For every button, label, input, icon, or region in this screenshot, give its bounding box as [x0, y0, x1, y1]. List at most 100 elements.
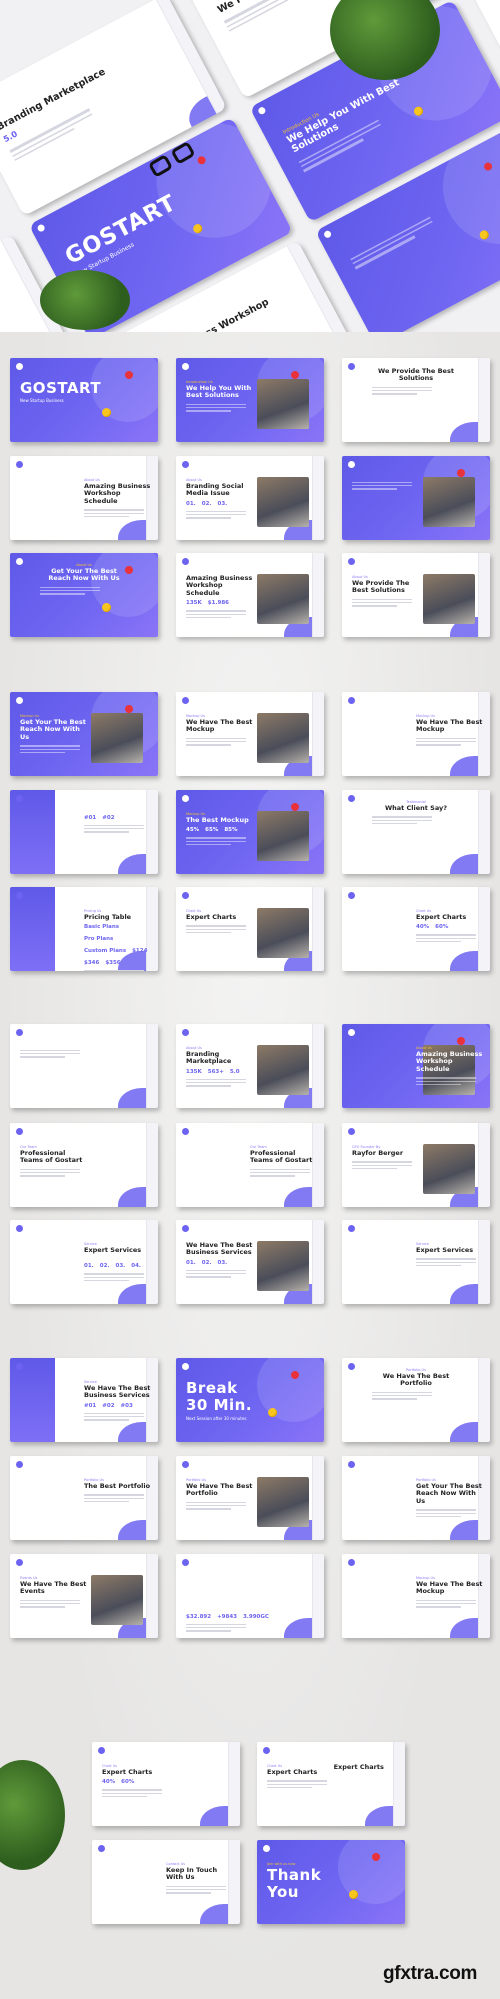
logo-icon	[348, 1363, 355, 1370]
text-placeholder-lines	[352, 1161, 422, 1170]
text-placeholder-lines	[84, 509, 154, 517]
slide-thumbnail[interactable]: Our Team Professional Teams of Gostart	[10, 1123, 158, 1207]
slide-thumbnail[interactable]: Chart Us Expert Charts 40% 60%	[342, 887, 490, 971]
text-placeholder-lines	[416, 1599, 486, 1608]
slide-thumbnail[interactable]: Contact Us Keep In Touch With Us	[92, 1840, 240, 1924]
text-placeholder-lines	[250, 1168, 320, 1177]
slide-thumbnail[interactable]: Portfolio Us We Have The Best Portfolio	[176, 1456, 324, 1540]
slide-thumbnail[interactable]: #01 #02	[10, 790, 158, 874]
slide-stats: Basic Plans Pro Plans Custom Plans $124 $346…	[84, 924, 154, 966]
slide-thumbnail[interactable]: GOSTART New Startup Business	[10, 358, 158, 442]
stat-value: $346	[84, 960, 100, 967]
slide-thumbnail[interactable]: Service Expert Services	[342, 1220, 490, 1304]
slide-thumbnail[interactable]: Break 30 Min. Next Session after 30 minut…	[176, 1358, 324, 1442]
slide-thumbnail[interactable]: We Have The Best Business Services 01. 02.…	[176, 1220, 324, 1304]
slide-thumbnail[interactable]: Mockup Us The Best Mockup 45% 65% 85%	[176, 790, 324, 874]
slide-thumbnail[interactable]	[10, 1024, 158, 1108]
stat-value: 02.	[201, 500, 212, 507]
slide-text: Join with us now Thank You	[267, 1862, 337, 1902]
slide-photo	[257, 908, 310, 959]
slide-text: Break 30 Min. Next Session after 30 minut…	[186, 1379, 256, 1420]
slide-thumbnail[interactable]: Portfolio Us The Best Portfolio	[10, 1456, 158, 1540]
text-placeholder-lines	[371, 386, 461, 395]
slide-side-bar	[393, 1742, 405, 1826]
logo-icon	[182, 1225, 189, 1232]
purple-panel	[10, 1358, 55, 1442]
text-placeholder-lines	[84, 1494, 154, 1503]
slide-thumbnail[interactable]: Events Us We Have The Best Events	[10, 1554, 158, 1638]
slide-thumbnail[interactable]: Chart Us Expert Charts	[176, 887, 324, 971]
slide-thumbnail[interactable]: Portfolio Us Get Your The Best Reach Now …	[342, 1456, 490, 1540]
slide-side-bar	[146, 1554, 158, 1638]
stat-value: 60%	[435, 924, 449, 931]
slide-thumbnail[interactable]: About Us Get Your The Best Reach Now With…	[10, 553, 158, 637]
slide-title: Rayfor Berger	[352, 1149, 404, 1157]
stat-value: 65%	[205, 827, 219, 834]
slide-thumbnail[interactable]: Amazing Business Workshop Schedule 135K $1…	[176, 553, 324, 637]
slide-side-bar	[312, 1554, 324, 1638]
slide-thumbnail[interactable]: Chart Us Expert Charts 40% 60%	[92, 1742, 240, 1826]
slide-title: We Have The Best Mockup	[416, 718, 483, 734]
slide-side-bar	[312, 456, 324, 540]
logo-icon	[16, 1363, 23, 1370]
slide-thumbnail[interactable]: Testimonial What Client Say?	[342, 790, 490, 874]
slide-text: About Us Amazing Business Workshop Schedu…	[416, 1046, 486, 1087]
slide-thumbnail[interactable]: Service Expert Services Choose Your Favori…	[10, 1220, 158, 1304]
slide-thumbnail[interactable]: Mockup Us We Have The Best Mockup	[342, 1554, 490, 1638]
logo-icon	[322, 229, 333, 240]
slide-text: Our Team Professional Teams of Gostart	[20, 1145, 90, 1179]
logo-icon	[98, 1747, 105, 1754]
slide-thumbnail[interactable]: Pricing Us Pricing Table Basic Plans Pro Pl…	[10, 887, 158, 971]
logo-icon	[348, 1461, 355, 1468]
purple-panel	[10, 887, 55, 971]
slide-photo	[257, 379, 310, 430]
slide-text: Chart Us Expert Charts 40% 60%	[102, 1764, 172, 1799]
stat-value: 563+	[207, 1068, 224, 1075]
stat-value: Custom Plans	[84, 948, 127, 955]
logo-icon	[16, 1461, 23, 1468]
slide-photo	[91, 1575, 144, 1626]
logo-icon	[182, 1461, 189, 1468]
slide-thumbnail[interactable]: CEO Founder By Rayfor Berger	[342, 1123, 490, 1207]
slide-text: Service Expert Services Choose Your Favori…	[84, 1242, 154, 1283]
slide-side-bar	[312, 692, 324, 776]
slide-thumbnail[interactable]: Introduction Us We Help You With Best Sol…	[176, 358, 324, 442]
slide-text: Mockup Us Get Your The Best Reach Now Wit…	[20, 714, 90, 755]
slide-text: Portfolio Us Get Your The Best Reach Now …	[416, 1478, 486, 1519]
slide-thumbnail[interactable]: About Us Branding Marketplace 135K 563+ 5.0	[176, 1024, 324, 1108]
slide-thumbnail[interactable]: About Us We Provide The Best Solutions	[342, 553, 490, 637]
stat-value: 85%	[224, 827, 238, 834]
stat-value: 04.	[131, 1263, 141, 1270]
slide-side-bar	[478, 790, 490, 874]
slide-text: Service Expert Services	[416, 1242, 486, 1268]
text-placeholder-lines	[186, 1078, 256, 1087]
slide-thumbnail[interactable]: Service We Have The Best Business Service…	[10, 1358, 158, 1442]
slide-thumbnail[interactable]: Mockup Us We Have The Best Mockup	[176, 692, 324, 776]
slide-thumbnail[interactable]: Portfolio Us We Have The Best Portfolio	[342, 1358, 490, 1442]
logo-icon	[182, 363, 189, 370]
slide-thumbnail[interactable]	[342, 456, 490, 540]
slide-side-bar	[312, 887, 324, 971]
slide-thumbnail[interactable]: Our Team Professional Teams of Gostart	[176, 1123, 324, 1207]
slide-thumbnail[interactable]: Join with us now Thank You	[257, 1840, 405, 1924]
slide-text: About Us Branding Social Media Issue 01. 02…	[186, 478, 256, 521]
stat-value: #02	[102, 1402, 115, 1409]
slide-thumbnail[interactable]: About Us Amazing Business Workshop Schedu…	[342, 1024, 490, 1108]
slide-title: We Have The Best Mockup	[416, 1580, 483, 1596]
slide-photo	[257, 811, 310, 862]
slide-photo	[423, 477, 476, 528]
slide-text: Chart Us Expert Charts	[186, 909, 256, 935]
slide-thumbnail[interactable]: Mockup Us We Have The Best Mockup	[342, 692, 490, 776]
text-placeholder-lines	[39, 586, 129, 595]
slide-thumbnail[interactable]: Mockup Us Get Your The Best Reach Now Wit…	[10, 692, 158, 776]
slide-title: We Provide The Best Solutions	[352, 579, 410, 595]
text-placeholder-lines	[186, 510, 256, 519]
slide-thumbnail[interactable]: About Us Amazing Business Workshop Schedu…	[10, 456, 158, 540]
stat-value: $1.986	[207, 600, 229, 607]
slide-thumbnail[interactable]: We Provide The Best Solutions	[342, 358, 490, 442]
slide-thumbnail[interactable]: $32.892 +9843 3.990GC	[176, 1554, 324, 1638]
slide-thumbnail[interactable]: Chart Us Expert Charts Expert Charts	[257, 1742, 405, 1826]
text-placeholder-lines	[416, 1077, 486, 1085]
slide-thumbnail[interactable]: About Us Branding Social Media Issue 01. 02…	[176, 456, 324, 540]
slide-text: Get Your The Best Reach Now With Us	[0, 280, 19, 332]
